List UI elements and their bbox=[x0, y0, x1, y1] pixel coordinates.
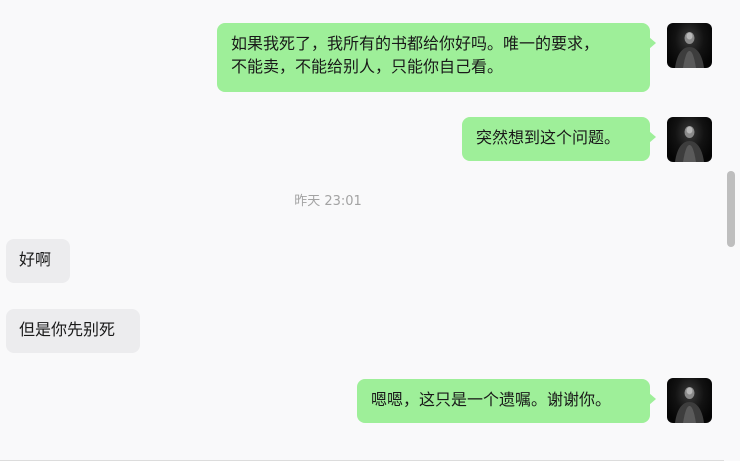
sender-avatar[interactable] bbox=[667, 23, 712, 68]
message-bubble-outgoing[interactable]: 突然想到这个问题。 bbox=[462, 117, 656, 161]
chat-window: 如果我死了，我所有的书都给你好吗。唯一的要求， 不能卖，不能给别人，只能你自己看… bbox=[0, 0, 740, 461]
sender-avatar[interactable] bbox=[667, 117, 712, 162]
avatar-photo-icon bbox=[675, 387, 704, 423]
sender-avatar[interactable] bbox=[667, 378, 712, 423]
message-bubble-incoming[interactable]: 好啊 bbox=[6, 239, 70, 283]
message-timestamp: 昨天 23:01 bbox=[294, 194, 362, 209]
scrollbar-thumb[interactable] bbox=[727, 171, 735, 247]
avatar-photo-icon bbox=[675, 32, 704, 68]
message-bubble-outgoing[interactable]: 嗯嗯，这只是一个遗嘱。谢谢你。 bbox=[357, 379, 656, 423]
message-bubble-outgoing[interactable]: 如果我死了，我所有的书都给你好吗。唯一的要求， 不能卖，不能给别人，只能你自己看… bbox=[217, 23, 656, 92]
message-bubble-incoming[interactable]: 但是你先别死 bbox=[6, 309, 140, 353]
avatar-photo-icon bbox=[675, 126, 704, 162]
